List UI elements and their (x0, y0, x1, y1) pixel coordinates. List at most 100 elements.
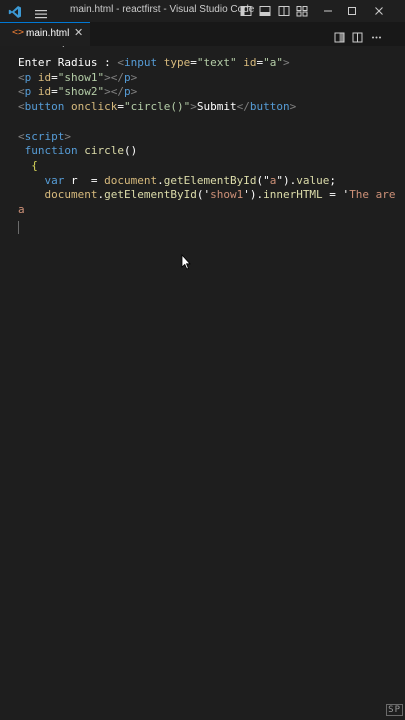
tab-close-icon[interactable]: ✕ (74, 26, 83, 39)
code-token: show1 (210, 188, 244, 202)
watermark-logo: SP (386, 704, 403, 716)
code-token: function (24, 144, 78, 158)
code-token: > (130, 70, 138, 84)
code-token: = ' (322, 188, 350, 202)
code-token: button (249, 100, 290, 114)
code-token: ></ (104, 70, 124, 84)
code-token: getElementById (163, 173, 257, 187)
code-token: < (18, 100, 25, 114)
toggle-secondary-sidebar-icon[interactable] (278, 5, 290, 17)
code-token: The (349, 188, 370, 202)
code-token: ; (329, 173, 336, 187)
title-bar: main.html - reactfirst - Visual Studio C… (0, 0, 405, 22)
split-editor-icon[interactable] (352, 28, 363, 43)
code-line[interactable]: Enter Radius : <input type="text" id="a"… (18, 56, 398, 71)
code-token: > (289, 100, 297, 114)
code-token: = (51, 85, 58, 99)
code-content[interactable]: Enter Radius : <input type="text" id="a"… (18, 56, 398, 218)
code-token: "show2" (57, 85, 105, 99)
code-line[interactable]: <script> (18, 130, 398, 145)
code-token: ></ (104, 85, 124, 99)
code-token: var (44, 173, 65, 187)
code-token: circle (84, 144, 124, 158)
code-token: onclick (71, 100, 118, 114)
code-token: > (190, 100, 197, 114)
code-line[interactable]: <p id="show2"></p> (18, 85, 398, 100)
code-token: p (123, 85, 131, 99)
code-token: () (123, 144, 138, 158)
code-token: (' (196, 188, 211, 202)
code-line[interactable]: document.getElementById('show1').innerHT… (18, 188, 398, 217)
code-token: document (44, 188, 98, 202)
partial-code-line: ' (60, 46, 67, 55)
code-token: Enter Radius : (18, 56, 118, 69)
code-token: < (18, 85, 25, 99)
code-token: > (64, 129, 71, 143)
code-token: r = (64, 173, 105, 187)
code-line[interactable]: <p id="show1"></p> (18, 71, 398, 86)
code-token: </ (236, 100, 250, 114)
more-actions-icon[interactable] (371, 28, 382, 39)
code-token: "circle()" (123, 100, 191, 114)
tab-bar: <> main.html ✕ (0, 22, 405, 46)
code-token: . (157, 173, 164, 187)
code-token: id (37, 85, 52, 99)
code-token: '). (243, 188, 264, 202)
code-token: "text" (196, 56, 237, 69)
code-token: getElementById (104, 188, 197, 202)
code-token: "). (276, 173, 297, 187)
code-token: = (190, 56, 197, 69)
code-token: "a" (263, 56, 283, 69)
tab-label: main.html (26, 28, 70, 39)
code-line[interactable] (18, 115, 398, 130)
code-token: > (130, 85, 138, 99)
code-token: id (37, 70, 52, 84)
customize-layout-icon[interactable] (296, 5, 308, 17)
mouse-pointer-icon (181, 253, 191, 270)
code-token: innerHTML (263, 188, 323, 202)
vscode-window: main.html - reactfirst - Visual Studio C… (0, 0, 405, 720)
open-preview-icon[interactable] (334, 28, 345, 43)
minimize-icon[interactable] (322, 5, 334, 17)
code-token: { (18, 158, 38, 172)
code-token: = (117, 100, 124, 114)
maximize-icon[interactable] (346, 5, 358, 17)
code-token: type (163, 56, 191, 69)
toggle-panel-icon[interactable] (259, 5, 271, 17)
text-cursor (18, 221, 19, 234)
code-token: < (117, 56, 124, 69)
code-token: id (243, 56, 257, 69)
code-token: < (18, 70, 25, 84)
tab-main-html[interactable]: <> main.html ✕ (0, 22, 90, 46)
toggle-primary-sidebar-icon[interactable] (240, 5, 252, 17)
code-token: document (104, 173, 158, 187)
code-token: script (24, 129, 65, 143)
menu-icon[interactable] (34, 5, 48, 19)
code-token: p (123, 70, 131, 84)
vscode-logo-icon[interactable] (8, 4, 22, 18)
code-editor[interactable]: ' Enter Radius : <input type="text" id="… (0, 46, 405, 700)
html-file-icon: <> (12, 27, 25, 38)
code-line[interactable]: { (18, 159, 398, 174)
code-token: = (51, 70, 58, 84)
code-token: > (282, 56, 290, 69)
code-token: (" (256, 173, 270, 187)
code-line[interactable]: var r = document.getElementById("a").val… (18, 174, 398, 189)
code-line[interactable]: function circle() (18, 144, 398, 159)
close-icon[interactable] (373, 5, 385, 17)
code-token: "show1" (57, 70, 105, 84)
code-token: button (24, 100, 65, 114)
code-token: value (296, 173, 330, 187)
code-line[interactable]: <button onclick="circle()">Submit</butto… (18, 100, 398, 115)
code-token: < (18, 129, 25, 143)
code-token: input (123, 56, 158, 69)
window-title: main.html - reactfirst - Visual Studio C… (70, 4, 255, 15)
code-token: Submit (196, 100, 237, 114)
